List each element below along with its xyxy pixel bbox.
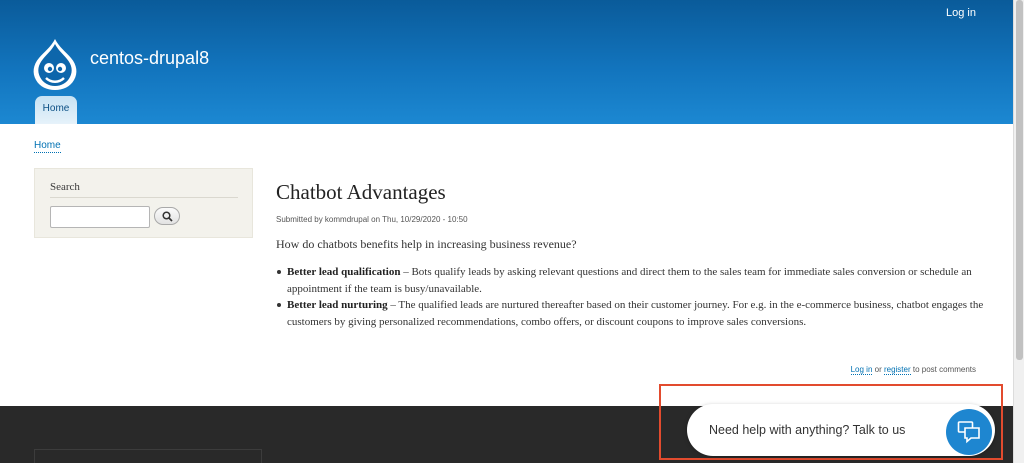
list-item: Better lead nurturing – The qualified le… xyxy=(277,297,987,330)
submitted-by: Submitted by kommdrupal on Thu, 10/29/20… xyxy=(276,215,468,224)
chat-bubbles-icon xyxy=(957,421,980,444)
search-block-divider xyxy=(50,197,238,198)
article-bullets: Better lead qualification – Bots qualify… xyxy=(277,264,987,330)
search-input[interactable] xyxy=(50,206,150,228)
search-block-title: Search xyxy=(50,181,80,193)
search-button[interactable] xyxy=(154,207,180,225)
bullet-heading: Better lead qualification xyxy=(287,266,401,278)
chat-prompt-text: Need help with anything? Talk to us xyxy=(709,423,906,437)
tab-home[interactable]: Home xyxy=(35,96,77,124)
comments-or: or xyxy=(872,365,884,374)
login-link[interactable]: Log in xyxy=(946,7,976,19)
sidebar-search-block: Search xyxy=(34,168,253,238)
article-intro: How do chatbots benefits help in increas… xyxy=(276,237,577,251)
article-title: Chatbot Advantages xyxy=(276,180,446,204)
chat-launcher-button[interactable] xyxy=(946,409,992,455)
bullet-heading: Better lead nurturing xyxy=(287,299,388,311)
bullet-text: – The qualified leads are nurtured there… xyxy=(287,299,984,328)
comments-prompt: Log in or register to post comments xyxy=(850,365,976,375)
comments-login-link[interactable]: Log in xyxy=(850,365,873,375)
breadcrumb-home[interactable]: Home xyxy=(34,140,61,153)
drupal-drop-icon[interactable] xyxy=(32,38,78,90)
comments-register-link[interactable]: register xyxy=(883,365,911,375)
list-item: Better lead qualification – Bots qualify… xyxy=(277,264,987,297)
comments-suffix: to post comments xyxy=(910,365,976,374)
vertical-scrollbar[interactable] xyxy=(1013,0,1024,463)
scrollbar-thumb[interactable] xyxy=(1016,0,1023,360)
footer-block xyxy=(34,449,262,463)
site-header: Log in centos-drupal8 Home xyxy=(0,0,1024,124)
search-icon xyxy=(162,211,173,222)
site-name[interactable]: centos-drupal8 xyxy=(90,48,209,69)
